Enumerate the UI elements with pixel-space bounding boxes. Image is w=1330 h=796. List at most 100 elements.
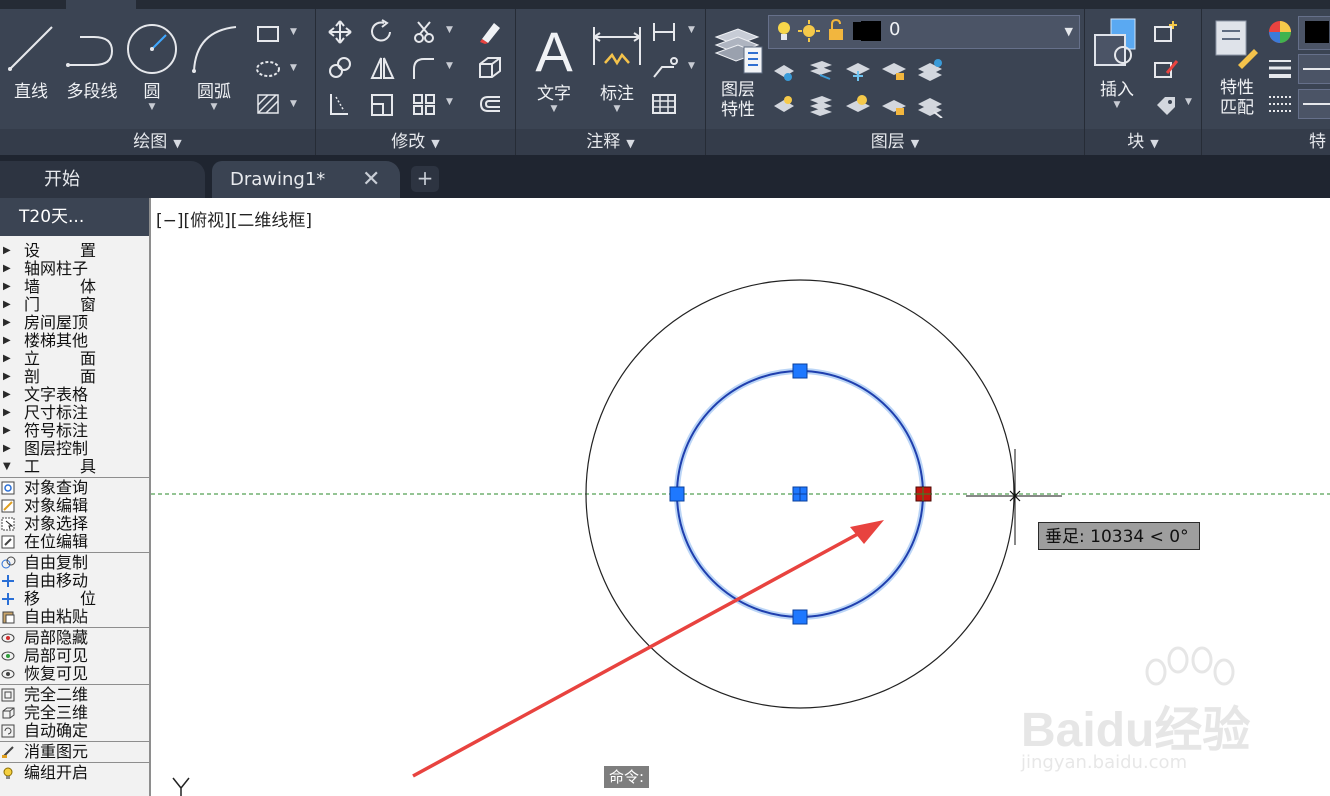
grip-bottom[interactable] [792, 609, 808, 625]
chevron-down-icon[interactable]: ▼ [446, 61, 453, 71]
menu-item-wall[interactable]: ▶ 墙体 [0, 278, 149, 296]
menu-item-tools[interactable]: ▼ 工具 [0, 458, 149, 476]
tool-auto-determine[interactable]: 自动确定 [0, 722, 149, 740]
draw-panel-title[interactable]: 绘图 ▼ [0, 129, 315, 155]
tool-free-paste[interactable]: 自由粘贴 [0, 608, 149, 626]
properties-panel-title[interactable]: 特 [1202, 129, 1330, 155]
tool-local-hide[interactable]: 局部隐藏 [0, 629, 149, 647]
3d-box-icon[interactable] [476, 55, 504, 81]
annotation-panel-title[interactable]: 注释 ▼ [516, 129, 705, 155]
chevron-down-icon[interactable]: ▼ [124, 102, 180, 112]
new-tab-button[interactable]: + [411, 166, 439, 192]
tool-group-on[interactable]: 编组开启 [0, 764, 149, 782]
layers-panel-title[interactable]: 图层 ▼ [706, 129, 1084, 155]
tool-full-3d[interactable]: 完全三维 [0, 704, 149, 722]
tab-drawing1[interactable]: Drawing1* ✕ [212, 161, 400, 198]
tool-object-select[interactable]: 对象选择 [0, 515, 149, 533]
chevron-down-icon[interactable]: ▼ [290, 63, 297, 73]
tool-object-query[interactable]: 对象查询 [0, 479, 149, 497]
polyline-button[interactable]: 多段线 [60, 17, 124, 102]
menu-item-settings[interactable]: ▶ 设置 [0, 242, 149, 260]
leader-icon[interactable] [650, 55, 678, 81]
linetype-icon[interactable] [1266, 91, 1294, 117]
chevron-down-icon[interactable]: ▼ [1089, 100, 1145, 110]
grip-top[interactable] [792, 363, 808, 379]
menu-item-door-window[interactable]: ▶ 门窗 [0, 296, 149, 314]
lineweight-dropdown[interactable] [1298, 54, 1330, 84]
text-button[interactable]: A 文字 ▼ [528, 17, 580, 114]
menu-item-dimension[interactable]: ▶ 尺寸标注 [0, 404, 149, 422]
menu-item-section[interactable]: ▶ 剖面 [0, 368, 149, 386]
tab-start[interactable]: 开始 [0, 161, 205, 198]
erase-icon[interactable] [476, 19, 504, 45]
tool-object-edit[interactable]: 对象编辑 [0, 497, 149, 515]
layer-dropdown[interactable]: 0 ▼ [768, 15, 1080, 49]
insert-block-button[interactable]: 插入 ▼ [1089, 15, 1145, 110]
palette-header[interactable]: T20天... [0, 198, 149, 236]
table-icon[interactable] [650, 91, 678, 117]
tool-restore-visible[interactable]: 恢复可见 [0, 665, 149, 683]
menu-item-axis-column[interactable]: ▶ 轴网柱子 [0, 260, 149, 278]
linear-dim-icon[interactable] [650, 19, 678, 45]
trim-icon[interactable] [410, 19, 438, 45]
chevron-down-icon[interactable]: ▼ [1185, 97, 1192, 107]
color-wheel-icon[interactable] [1266, 19, 1294, 45]
menu-item-symbol[interactable]: ▶ 符号标注 [0, 422, 149, 440]
layer-tools-row2[interactable] [770, 92, 950, 118]
chevron-down-icon[interactable]: ▼ [446, 25, 453, 35]
drawing-canvas[interactable]: [−][俯视][二维线框] 垂足: 10334 < 0° 命令: Baidu经验… [151, 198, 1330, 796]
menu-item-room-roof[interactable]: ▶ 房间屋顶 [0, 314, 149, 332]
offset-icon[interactable] [476, 91, 504, 117]
match-properties-button[interactable]: 特性 匹配 [1210, 15, 1264, 118]
expand-arrow-icon: ▶ [3, 371, 11, 382]
arc-button[interactable]: 圆弧 ▼ [186, 17, 242, 112]
create-block-icon[interactable] [1151, 19, 1179, 45]
layer-tools-row1[interactable] [770, 57, 950, 83]
edit-block-icon[interactable] [1151, 55, 1179, 81]
rectangle-icon[interactable] [254, 21, 282, 47]
chevron-down-icon[interactable]: ▼ [590, 104, 644, 114]
grip-left[interactable] [669, 486, 685, 502]
line-button[interactable]: 直线 [2, 17, 60, 102]
ribbon-tab-default[interactable] [66, 0, 136, 9]
menu-item-layer-control[interactable]: ▶ 图层控制 [0, 440, 149, 458]
tool-displace[interactable]: 移位 [0, 590, 149, 608]
color-dropdown[interactable] [1298, 16, 1330, 50]
fillet-icon[interactable] [410, 55, 438, 81]
linetype-dropdown[interactable] [1298, 89, 1330, 119]
dimension-button[interactable]: 标注 ▼ [590, 17, 644, 114]
ellipse-icon[interactable] [254, 56, 282, 82]
command-line-label[interactable]: 命令: [604, 766, 650, 788]
menu-item-elevation[interactable]: ▶ 立面 [0, 350, 149, 368]
move-icon[interactable] [326, 19, 354, 45]
chevron-down-icon[interactable]: ▼ [528, 104, 580, 114]
edit-attributes-icon[interactable] [1151, 91, 1179, 117]
modify-panel-title[interactable]: 修改 ▼ [316, 129, 515, 155]
chevron-down-icon[interactable]: ▼ [446, 97, 453, 107]
layer-properties-button[interactable]: 图层 特性 [710, 15, 766, 120]
tool-full-2d[interactable]: 完全二维 [0, 686, 149, 704]
close-icon[interactable]: ✕ [362, 161, 380, 198]
menu-item-stairs-other[interactable]: ▶ 楼梯其他 [0, 332, 149, 350]
mirror-icon[interactable] [368, 55, 396, 81]
stretch-icon[interactable] [326, 91, 354, 117]
chevron-down-icon[interactable]: ▼ [290, 99, 297, 109]
menu-item-text-table[interactable]: ▶ 文字表格 [0, 386, 149, 404]
copy-icon[interactable] [326, 55, 354, 81]
block-panel-title[interactable]: 块 ▼ [1085, 129, 1201, 155]
hatch-icon[interactable] [254, 91, 282, 117]
scale-icon[interactable] [368, 91, 396, 117]
chevron-down-icon[interactable]: ▼ [290, 27, 297, 37]
chevron-down-icon[interactable]: ▼ [186, 102, 242, 112]
tool-local-visible[interactable]: 局部可见 [0, 647, 149, 665]
tool-free-copy[interactable]: 自由复制 [0, 554, 149, 572]
rotate-icon[interactable] [368, 19, 396, 45]
chevron-down-icon[interactable]: ▼ [688, 61, 695, 71]
lineweight-icon[interactable] [1266, 55, 1294, 81]
tool-in-place-edit[interactable]: 在位编辑 [0, 533, 149, 551]
circle-button[interactable]: 圆 ▼ [124, 17, 180, 112]
chevron-down-icon[interactable]: ▼ [688, 25, 695, 35]
tool-free-move[interactable]: 自由移动 [0, 572, 149, 590]
tool-remove-duplicates[interactable]: 消重图元 [0, 743, 149, 761]
array-icon[interactable] [410, 91, 438, 117]
